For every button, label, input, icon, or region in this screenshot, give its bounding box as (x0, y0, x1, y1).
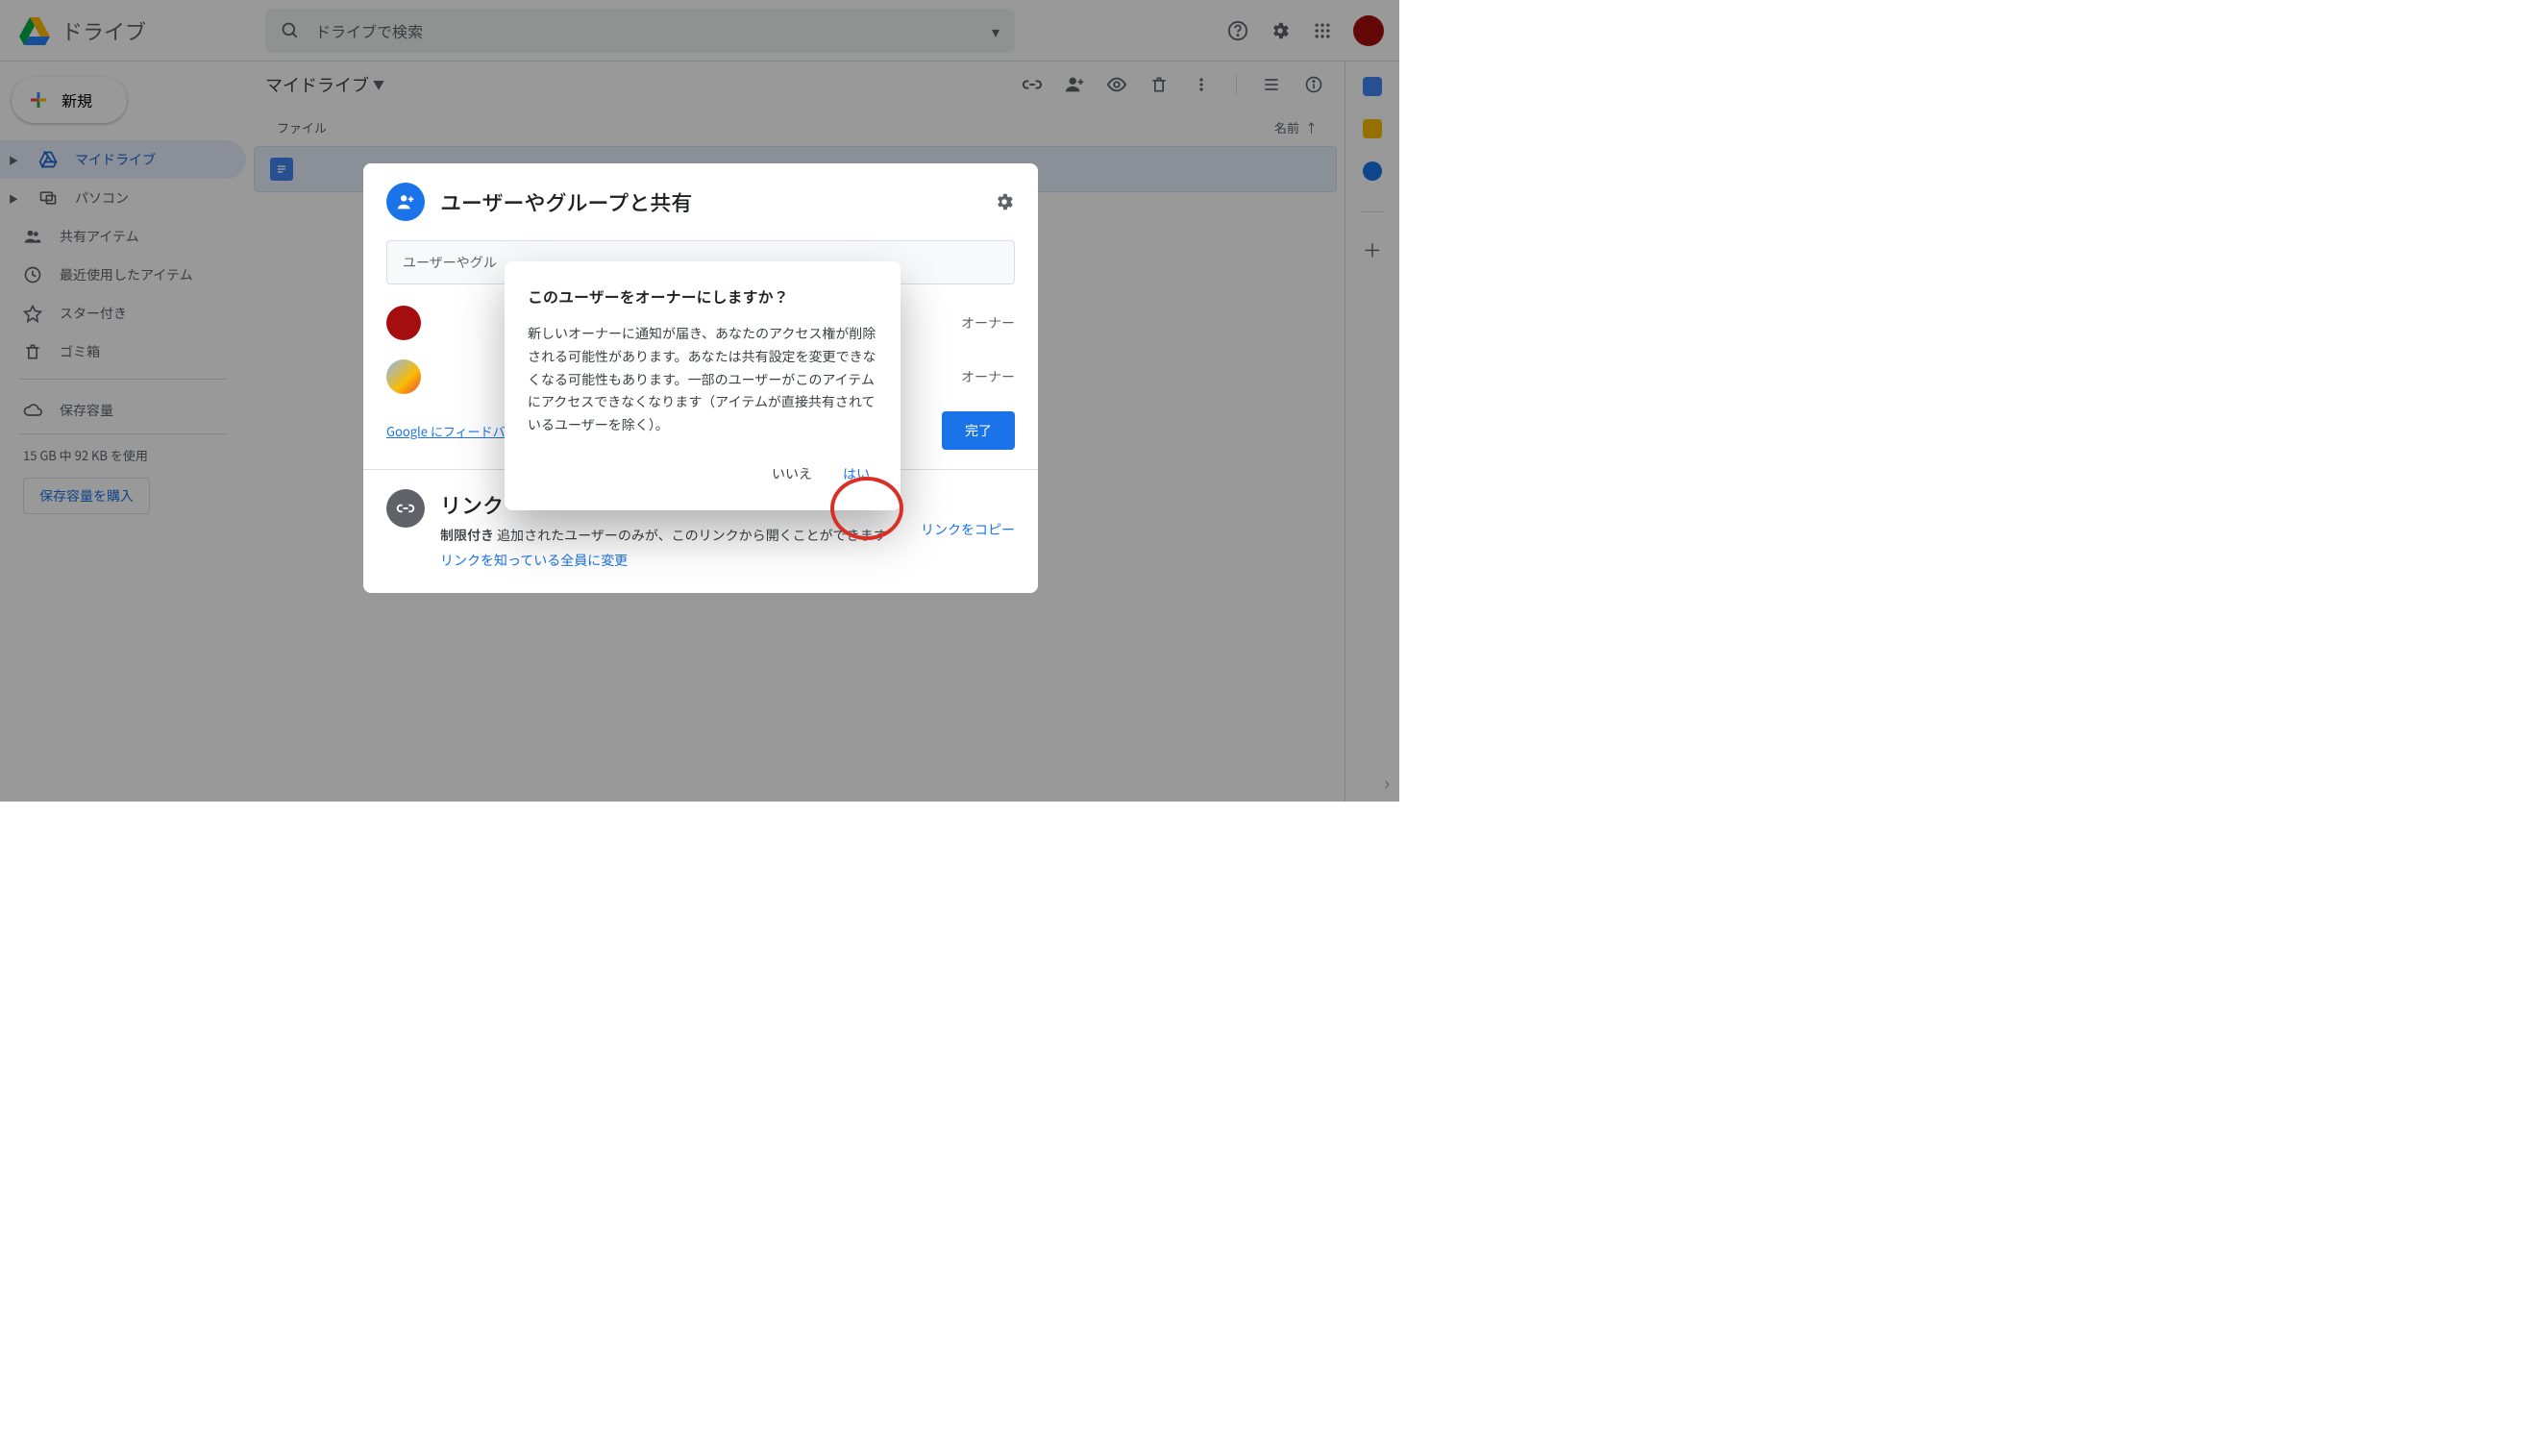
confirm-no-button[interactable]: いいえ (772, 464, 812, 483)
confirm-owner-dialog: このユーザーをオーナーにしますか？ 新しいオーナーに通知が届き、あなたのアクセス… (505, 261, 901, 510)
role-label[interactable]: オーナー (961, 313, 1015, 333)
share-input-placeholder: ユーザーやグル (403, 253, 497, 272)
side-panel-toggle-icon[interactable]: › (1384, 768, 1390, 796)
confirm-title: このユーザーをオーナーにしますか？ (528, 284, 877, 308)
person-avatar (386, 306, 421, 340)
link-description: 制限付き 追加されたユーザーのみが、このリンクから開くことができます (440, 526, 905, 545)
feedback-link[interactable]: Google にフィードバ (386, 422, 506, 440)
link-change-button[interactable]: リンクを知っている全員に変更 (440, 551, 905, 570)
link-icon (386, 489, 425, 528)
role-label[interactable]: オーナー (961, 367, 1015, 386)
copy-link-button[interactable]: リンクをコピー (921, 520, 1015, 539)
done-button[interactable]: 完了 (942, 411, 1015, 450)
confirm-body: 新しいオーナーに通知が届き、あなたのアクセス権が削除される可能性があります。あな… (528, 323, 877, 437)
share-dialog-title: ユーザーやグループと共有 (440, 186, 978, 217)
link-desc-text: 追加されたユーザーのみが、このリンクから開くことができます (497, 526, 886, 545)
person-avatar (386, 359, 421, 394)
share-settings-icon[interactable] (994, 191, 1015, 212)
confirm-yes-button[interactable]: はい (835, 460, 877, 487)
link-restricted-label: 制限付き (440, 526, 494, 545)
person-add-icon (386, 183, 425, 221)
